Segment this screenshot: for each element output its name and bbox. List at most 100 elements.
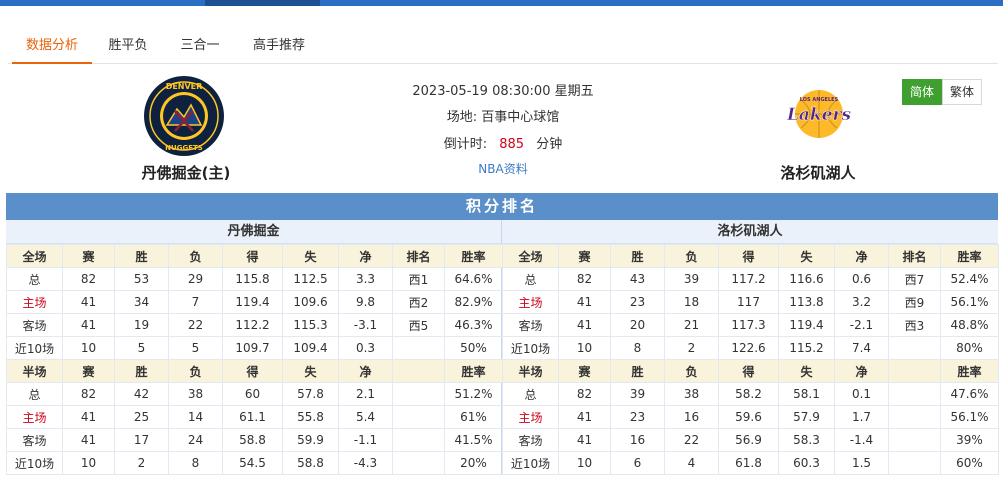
table-cell: 51.2% [444, 382, 503, 406]
table-cell: 64.6% [444, 267, 503, 291]
table-cell: 122.6 [718, 336, 779, 360]
table-row: 客场 41 16 22 56.9 58.3 -1.4 39% [502, 428, 999, 452]
table-cell: 5 [168, 336, 223, 360]
table-cell: 5.4 [338, 405, 393, 429]
nuggets-logo[interactable]: DENVER NUGGETS [143, 75, 225, 157]
header-cell: 失 [778, 244, 835, 268]
table-row: 主场 41 34 7 119.4 109.6 9.8 西2 82.9% [6, 290, 503, 314]
table-row: 总 82 43 39 117.2 116.6 0.6 西7 52.4% [502, 267, 999, 291]
table-cell: 10 [558, 451, 611, 475]
header-cell: 得 [718, 244, 779, 268]
table-cell: 19 [114, 313, 169, 337]
table-cell: 西1 [392, 267, 445, 291]
table-cell: 近10场 [502, 451, 559, 475]
table-cell: 3.3 [338, 267, 393, 291]
table-cell: 16 [664, 405, 719, 429]
table-row: 主场 41 25 14 61.1 55.8 5.4 61% [6, 405, 503, 429]
table-row: 客场 41 20 21 117.3 119.4 -2.1 西3 48.8% [502, 313, 999, 337]
table-cell: 82.9% [444, 290, 503, 314]
header-cell: 失 [778, 359, 835, 383]
table-cell: 近10场 [502, 336, 559, 360]
table-cell: 8 [610, 336, 665, 360]
tab-three-in-one[interactable]: 三合一 [172, 30, 228, 64]
table-cell: 58.1 [778, 382, 835, 406]
table-header-row: 全场赛胜负得失净排名 胜率 [6, 244, 503, 268]
header-cell: 胜 [114, 244, 169, 268]
logo-text-los-angeles: LOS ANGELES [800, 97, 839, 103]
table-cell: 38 [168, 382, 223, 406]
nba-link-line: NBA资料 [308, 160, 698, 177]
table-cell [888, 451, 941, 475]
table-cell: 38 [664, 382, 719, 406]
table-cell: 41 [62, 313, 115, 337]
table-cell: 61.1 [222, 405, 283, 429]
lang-simplified-button[interactable]: 简体 [902, 79, 942, 105]
table-cell: 117.3 [718, 313, 779, 337]
table-cell: 23 [610, 405, 665, 429]
header-cell: 半场 [502, 359, 559, 383]
table-cell: 53 [114, 267, 169, 291]
table-cell: 总 [502, 267, 559, 291]
table-cell: 2 [664, 336, 719, 360]
table-header-row: 半场赛胜负得失净 胜率 [6, 359, 503, 383]
header-cell [392, 359, 445, 383]
table-row: 近10场 10 2 8 54.5 58.8 -4.3 20% [6, 451, 503, 475]
table-cell: 60 [222, 382, 283, 406]
table-cell: 近10场 [6, 336, 63, 360]
table-cell: 82 [558, 382, 611, 406]
away-team-name[interactable]: 洛杉矶湖人 [768, 162, 868, 183]
table-cell: 115.2 [778, 336, 835, 360]
table-cell [392, 382, 445, 406]
table-row: 近10场 10 5 5 109.7 109.4 0.3 50% [6, 336, 503, 360]
header-cell: 净 [834, 244, 889, 268]
table-cell: 西2 [392, 290, 445, 314]
lakers-logo[interactable]: LOS ANGELES Lakers [776, 88, 862, 140]
table-cell: 总 [6, 382, 63, 406]
nba-info-link[interactable]: NBA资料 [478, 162, 527, 176]
countdown-label: 倒计时: [443, 137, 488, 152]
table-cell: 41 [62, 290, 115, 314]
venue-line: 场地: 百事中心球馆 [308, 106, 698, 125]
header-cell: 负 [168, 359, 223, 383]
header-cell: 得 [222, 244, 283, 268]
table-cell: 41 [558, 290, 611, 314]
lang-traditional-button[interactable]: 繁体 [942, 79, 982, 105]
tab-expert-picks[interactable]: 高手推荐 [244, 30, 314, 64]
table-cell: 主场 [502, 405, 559, 429]
standings-section: 积分排名 丹佛掘金 全场赛胜负得失净排名 胜率总 82 53 29 115.8 112.5 3.… [6, 193, 999, 475]
table-header-row: 全场赛胜负得失净排名 胜率 [502, 244, 999, 268]
table-cell: 115.8 [222, 267, 283, 291]
header-cell: 赛 [558, 244, 611, 268]
table-cell: 8 [168, 451, 223, 475]
table-cell: 22 [664, 428, 719, 452]
standings-table: 全场赛胜负得失净排名 胜率总 82 43 39 117.2 116.6 0.6 西7 52.4% 主… [502, 244, 999, 475]
table-cell: 56.1% [940, 290, 999, 314]
table-cell: -3.1 [338, 313, 393, 337]
tab-win-draw-lose[interactable]: 胜平负 [100, 30, 156, 64]
table-cell: -2.1 [834, 313, 889, 337]
header-cell: 失 [282, 244, 339, 268]
header-cell: 赛 [62, 359, 115, 383]
table-cell: 客场 [6, 428, 63, 452]
table-cell [888, 336, 941, 360]
header-cell: 净 [834, 359, 889, 383]
table-cell: 55.8 [282, 405, 339, 429]
table-cell: 80% [940, 336, 999, 360]
table-cell: 2.1 [338, 382, 393, 406]
tab-data-analysis[interactable]: 数据分析 [12, 30, 92, 64]
table-cell: 14 [168, 405, 223, 429]
table-cell: 10 [62, 451, 115, 475]
tab-bar: 数据分析 胜平负 三合一 高手推荐 [8, 30, 998, 64]
header-cell: 失 [282, 359, 339, 383]
home-team-name[interactable]: 丹佛掘金(主) [136, 162, 236, 183]
table-cell: 39 [610, 382, 665, 406]
logo-text-nuggets: NUGGETS [165, 144, 203, 152]
table-cell: 57.9 [778, 405, 835, 429]
table-cell: 39% [940, 428, 999, 452]
table-cell: 113.8 [778, 290, 835, 314]
table-cell: 52.4% [940, 267, 999, 291]
table-cell: 西3 [888, 313, 941, 337]
countdown-value: 885 [499, 137, 525, 152]
table-cell: 112.5 [282, 267, 339, 291]
standings-title: 积分排名 [6, 193, 998, 220]
